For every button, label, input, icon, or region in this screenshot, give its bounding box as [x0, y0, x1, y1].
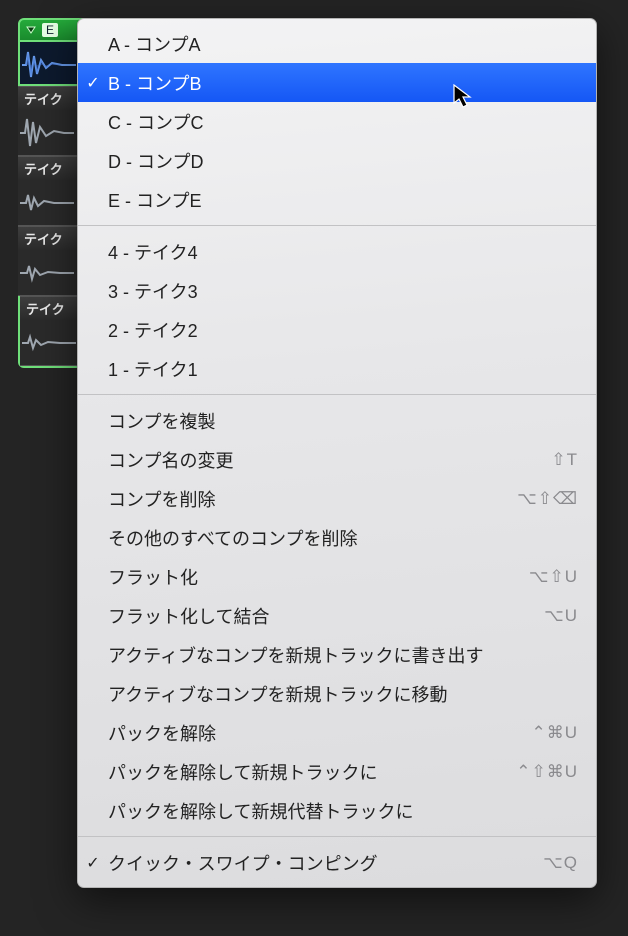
- waveform-icon: [22, 326, 76, 360]
- waveform-icon: [20, 116, 74, 150]
- menu-item-take[interactable]: 1 - テイク1: [78, 349, 596, 388]
- menu-item-comp[interactable]: E - コンプE: [78, 180, 596, 219]
- menu-item-comp[interactable]: D - コンプD: [78, 141, 596, 180]
- menu-item-action[interactable]: パックを解除⌃⌘U: [78, 713, 596, 752]
- menu-item-take[interactable]: 2 - テイク2: [78, 310, 596, 349]
- menu-item-action[interactable]: コンプを複製: [78, 401, 596, 440]
- menu-item-label: パックを解除して新規代替トラックに: [108, 798, 578, 824]
- menu-item-action[interactable]: パックを解除して新規トラックに⌃⇧⌘U: [78, 752, 596, 791]
- menu-separator: [78, 836, 596, 837]
- menu-item-shortcut: ⌃⇧⌘U: [516, 762, 578, 782]
- waveform-icon: [20, 256, 74, 290]
- menu-item-label: E - コンプE: [108, 187, 578, 213]
- menu-item-label: C - コンプC: [108, 109, 578, 135]
- menu-item-action[interactable]: コンプ名の変更⇧T: [78, 440, 596, 479]
- menu-item-shortcut: ⌥⇧⌫: [517, 489, 578, 509]
- menu-item-label: アクティブなコンプを新規トラックに移動: [108, 681, 578, 707]
- menu-separator: [78, 394, 596, 395]
- menu-item-shortcut: ⌥Q: [543, 853, 578, 873]
- waveform-icon: [20, 186, 74, 220]
- menu-item-label: フラット化: [108, 564, 529, 590]
- menu-item-label: フラット化して結合: [108, 603, 544, 629]
- menu-item-label: パックを解除: [108, 720, 531, 746]
- menu-item-label: B - コンプB: [108, 70, 578, 96]
- menu-item-label: 3 - テイク3: [108, 278, 578, 304]
- menu-item-label: 4 - テイク4: [108, 239, 578, 265]
- menu-item-shortcut: ⌥⇧U: [529, 567, 578, 587]
- take-label: テイク: [24, 229, 63, 248]
- menu-item-take[interactable]: 3 - テイク3: [78, 271, 596, 310]
- menu-item-action[interactable]: コンプを削除⌥⇧⌫: [78, 479, 596, 518]
- menu-item-shortcut: ⇧T: [551, 450, 578, 470]
- menu-item-label: パックを解除して新規トラックに: [108, 759, 516, 785]
- menu-item-action[interactable]: フラット化⌥⇧U: [78, 557, 596, 596]
- menu-item-shortcut: ⌥U: [544, 606, 578, 626]
- menu-item-comp[interactable]: ✓B - コンプB: [78, 63, 596, 102]
- menu-item-label: コンプ名の変更: [108, 447, 551, 473]
- menu-item-action[interactable]: アクティブなコンプを新規トラックに書き出す: [78, 635, 596, 674]
- menu-item-label: コンプを削除: [108, 486, 517, 512]
- menu-item-action[interactable]: パックを解除して新規代替トラックに: [78, 791, 596, 830]
- menu-item-shortcut: ⌃⌘U: [531, 723, 578, 743]
- menu-item-action[interactable]: その他のすべてのコンプを削除: [78, 518, 596, 557]
- menu-item-label: クイック・スワイプ・コンピング: [108, 850, 543, 876]
- menu-item-action[interactable]: アクティブなコンプを新規トラックに移動: [78, 674, 596, 713]
- menu-item-quick-swipe-comping[interactable]: ✓ クイック・スワイプ・コンピング ⌥Q: [78, 843, 596, 882]
- menu-item-label: その他のすべてのコンプを削除: [108, 525, 578, 551]
- menu-item-comp[interactable]: C - コンプC: [78, 102, 596, 141]
- menu-item-label: A - コンプA: [108, 31, 578, 57]
- waveform-icon: [22, 48, 76, 82]
- menu-item-comp[interactable]: A - コンプA: [78, 24, 596, 63]
- menu-separator: [78, 225, 596, 226]
- menu-item-label: コンプを複製: [108, 408, 578, 434]
- menu-item-label: 1 - テイク1: [108, 356, 578, 382]
- take-label: テイク: [24, 159, 63, 178]
- disclosure-triangle-icon[interactable]: [24, 23, 38, 37]
- checkmark-icon: ✓: [78, 853, 108, 873]
- take-folder-popup-menu: A - コンプA✓B - コンプBC - コンプCD - コンプDE - コンプ…: [77, 18, 597, 888]
- menu-item-label: D - コンプD: [108, 148, 578, 174]
- menu-item-label: アクティブなコンプを新規トラックに書き出す: [108, 642, 578, 668]
- comp-label: E: [42, 23, 58, 37]
- menu-item-action[interactable]: フラット化して結合⌥U: [78, 596, 596, 635]
- take-label: テイク: [26, 299, 65, 318]
- checkmark-icon: ✓: [78, 73, 108, 93]
- take-label: テイク: [24, 89, 63, 108]
- menu-item-label: 2 - テイク2: [108, 317, 578, 343]
- menu-item-take[interactable]: 4 - テイク4: [78, 232, 596, 271]
